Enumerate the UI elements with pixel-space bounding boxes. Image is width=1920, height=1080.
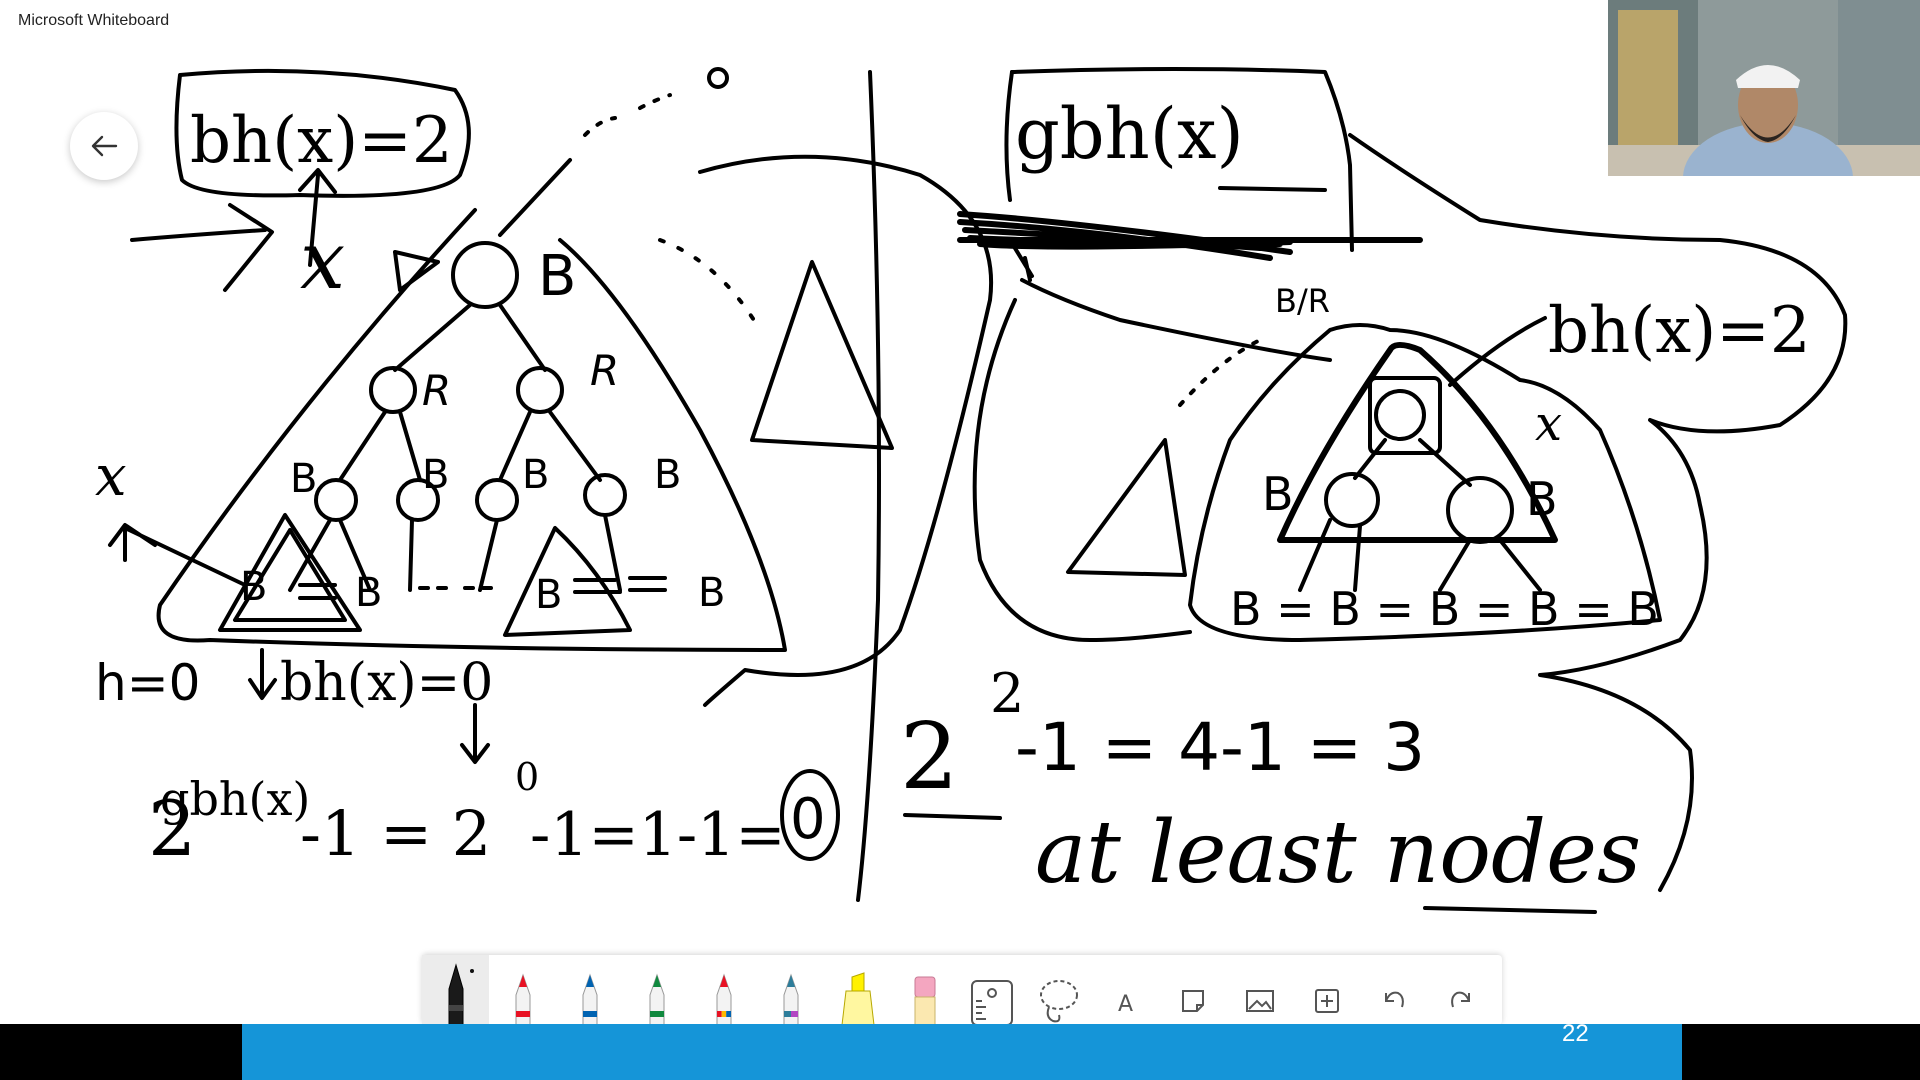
taskbar-blue xyxy=(242,1024,1682,1080)
tool-blue-pen[interactable] xyxy=(556,955,623,1025)
pen-black-icon xyxy=(448,963,474,1025)
left-side-triangle xyxy=(750,260,894,450)
left-formula-end: -1=1-1= xyxy=(530,800,786,870)
webcam-video xyxy=(1608,0,1920,176)
connector-curve xyxy=(698,154,994,707)
left-formula-base: 2 xyxy=(148,784,196,873)
left-x-label: x xyxy=(300,214,345,307)
eraser-icon xyxy=(914,976,935,1025)
left-dot-end xyxy=(707,67,729,89)
lasso-icon xyxy=(1039,980,1078,1023)
right-root-node xyxy=(1374,389,1426,441)
left-apex-line xyxy=(498,158,572,237)
tool-eraser[interactable] xyxy=(891,955,958,1025)
pen-galaxy-icon xyxy=(783,973,798,1025)
pen-blue-icon xyxy=(582,973,597,1025)
image-icon xyxy=(1245,990,1274,1012)
right-left-node xyxy=(1324,472,1380,528)
page-number: 22 xyxy=(1562,1020,1589,1047)
tool-sticky-note[interactable] xyxy=(1159,955,1226,1025)
left-x-arrow xyxy=(130,203,274,292)
left-r1-node xyxy=(369,366,417,414)
left-root-label: B xyxy=(538,244,576,309)
left-b-label-3: B xyxy=(522,452,549,498)
tool-image[interactable] xyxy=(1226,955,1293,1025)
tool-undo[interactable] xyxy=(1360,955,1427,1025)
ruler-icon xyxy=(970,980,1013,1025)
left-formula-mid: -1 = 2 xyxy=(300,797,491,870)
left-box-text: bh(x)=2 xyxy=(190,104,453,178)
tool-text[interactable]: A xyxy=(1092,955,1159,1025)
left-b-label-2: B xyxy=(422,452,449,498)
tool-add[interactable] xyxy=(1293,955,1360,1025)
right-b-right: B xyxy=(1526,472,1558,526)
pen-green-icon xyxy=(649,973,664,1025)
right-bh-eq: bh(x)=2 xyxy=(1548,294,1811,368)
redo-icon xyxy=(1450,991,1470,1008)
right-right-node xyxy=(1446,476,1514,544)
right-formula: -1 = 4-1 = 3 xyxy=(1015,709,1425,786)
tool-green-pen[interactable] xyxy=(623,955,690,1025)
left-formula-sup: 0 xyxy=(515,755,539,799)
text-icon: A xyxy=(1118,992,1133,1017)
tool-lasso[interactable] xyxy=(1025,955,1092,1025)
left-dots xyxy=(583,93,672,137)
tool-redo[interactable] xyxy=(1427,955,1494,1025)
undo-icon xyxy=(1384,991,1404,1008)
left-r1-label: R xyxy=(422,366,451,415)
right-br-label: B/R xyxy=(1275,282,1330,320)
plus-icon xyxy=(1314,989,1339,1013)
tool-black-pen[interactable] xyxy=(422,955,489,1025)
left-nil-label-4: B xyxy=(698,570,725,616)
left-r2-label: R xyxy=(590,346,619,395)
tool-galaxy-pen[interactable] xyxy=(757,955,824,1025)
right-caption-underline xyxy=(1423,906,1597,914)
svg-text:A: A xyxy=(1118,992,1133,1017)
back-button[interactable] xyxy=(70,112,138,180)
right-small-triangle xyxy=(1066,438,1187,577)
sticky-note-icon xyxy=(1181,990,1204,1012)
highlighter-icon xyxy=(840,972,875,1025)
left-formula-result: 0 xyxy=(790,787,826,852)
pen-rainbow-icon xyxy=(716,973,731,1025)
presenter-video-icon xyxy=(1608,0,1920,176)
tool-highlighter[interactable] xyxy=(824,955,891,1025)
right-box-text: gbh(x) xyxy=(1015,93,1244,175)
left-leaf-x-label: x xyxy=(95,444,127,509)
left-nil-label-1: B xyxy=(240,564,267,610)
ink-toolbar: A xyxy=(422,955,1502,1025)
left-nil-label-3: B xyxy=(535,572,562,618)
left-b-label-1: B xyxy=(290,456,317,502)
right-formula-base: 2 xyxy=(900,703,959,810)
left-nil-label-2: B xyxy=(355,570,382,616)
left-h-eq: h=0 xyxy=(95,654,200,712)
right-caption: at least nodes xyxy=(1035,803,1641,903)
left-r2-node xyxy=(516,366,564,414)
left-bh-eq: bh(x)=0 xyxy=(280,653,493,713)
right-root-box xyxy=(1368,376,1442,455)
left-b-label-4: B xyxy=(654,452,681,498)
right-x-label: x xyxy=(1535,396,1562,452)
arrow-left-icon xyxy=(91,135,118,157)
pen-red-icon xyxy=(515,973,530,1025)
tool-rainbow-pen[interactable] xyxy=(690,955,757,1025)
page-divider xyxy=(856,70,881,902)
tool-ruler[interactable] xyxy=(958,955,1025,1025)
right-leaves: B = B = B = B = B xyxy=(1230,582,1659,636)
right-b-left: B xyxy=(1262,467,1294,521)
tool-red-pen[interactable] xyxy=(489,955,556,1025)
left-root-node xyxy=(451,241,519,309)
